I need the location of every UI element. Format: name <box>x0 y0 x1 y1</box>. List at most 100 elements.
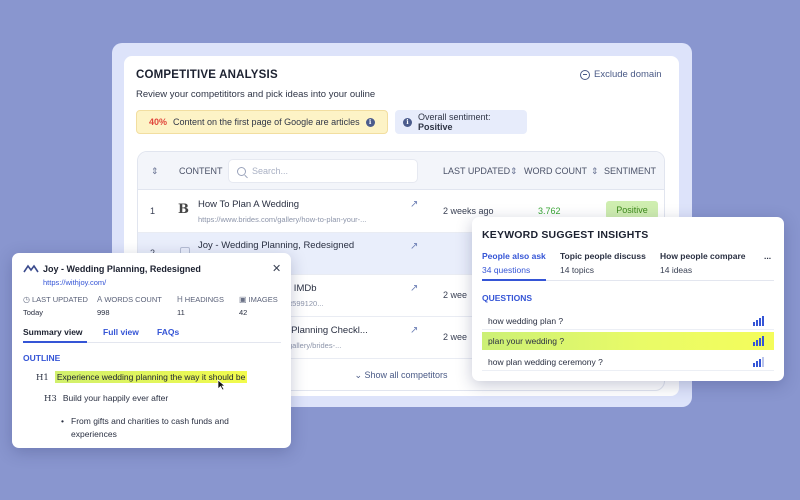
tab-label: Topic people discuss <box>560 251 646 261</box>
google-articles-percent: 40% <box>149 117 168 127</box>
bullet-dot-icon: • <box>61 416 64 426</box>
search-icon <box>237 166 246 176</box>
sentiment-value: Positive <box>417 122 453 132</box>
list-item[interactable]: how wedding plan ? <box>482 312 774 330</box>
table-header: ⇕ CONTENT LAST UPDATED ⇕ WORD COUNT ⇕ SE… <box>138 152 664 190</box>
row-updated: 2 wee <box>443 290 468 300</box>
heading-tag: H1 <box>36 373 49 383</box>
stat-words-count: A WORDS COUNT 998 <box>97 295 162 317</box>
info-icon[interactable]: i <box>365 117 375 127</box>
sentiment-badge: i Overall sentiment: Positive <box>395 110 527 134</box>
tab-faqs[interactable]: FAQs <box>157 327 179 337</box>
active-tab-indicator <box>23 341 87 343</box>
info-icon[interactable]: i <box>403 117 412 127</box>
tab-people-also-ask[interactable]: People also ask 34 questions <box>482 251 546 275</box>
col-sentiment[interactable]: SENTIMENT <box>604 166 656 176</box>
row-url: tt599120... <box>288 299 324 308</box>
show-all-label: Show all competitors <box>364 370 448 380</box>
list-item[interactable]: plan your wedding ? <box>482 332 774 350</box>
row-title: Joy - Wedding Planning, Redesigned <box>198 240 355 251</box>
competitive-subtitle: Review your competititors and pick ideas… <box>136 89 376 100</box>
stat-value: 42 <box>239 308 248 317</box>
content-search[interactable] <box>228 159 418 183</box>
detail-url[interactable]: https://withjoy.com/ <box>43 278 106 287</box>
tab-count: 14 ideas <box>660 265 693 275</box>
external-link-icon[interactable]: ↗ <box>410 241 418 252</box>
tab-count: 14 topics <box>560 265 595 275</box>
search-input[interactable] <box>252 166 392 176</box>
font-icon: A <box>97 295 103 304</box>
outline-h1[interactable]: H1 Experience wedding planning the way it… <box>36 371 248 383</box>
tab-summary-view[interactable]: Summary view <box>23 327 83 337</box>
tab-label: ... <box>764 251 772 261</box>
row-title: -Planning Checkl... <box>288 325 368 336</box>
stat-images: ▣ IMAGES 42 <box>239 295 278 317</box>
stat-headings: H HEADINGS 11 <box>177 295 224 317</box>
external-link-icon[interactable]: ↗ <box>410 325 418 336</box>
keyword-insights-popup: KEYWORD SUGGEST INSIGHTS People also ask… <box>472 217 784 381</box>
google-articles-text: Content on the first page of Google are … <box>173 117 360 127</box>
row-url: gallery/brides-... <box>288 341 342 350</box>
row-word-count: 3.762 <box>538 206 561 216</box>
mouse-cursor-icon <box>217 379 226 391</box>
tab-count: 34 questions <box>482 265 531 275</box>
row-updated: 2 weeks ago <box>443 206 494 216</box>
stat-value: 11 <box>177 308 185 317</box>
list-item[interactable]: how plan wedding ceremony ? <box>482 353 774 371</box>
row-url: https://www.brides.com/gallery/how-to-pl… <box>198 215 367 224</box>
stat-label: LAST UPDATED <box>31 295 88 304</box>
bullet-text: From gifts and charities to cash funds a… <box>71 416 229 439</box>
exclude-domain-label: Exclude domain <box>594 69 662 80</box>
tab-more[interactable]: ... <box>764 251 771 261</box>
col-word-count[interactable]: WORD COUNT <box>524 166 587 176</box>
row-number: 1 <box>150 206 156 216</box>
google-articles-badge: 40% Content on the first page of Google … <box>136 110 388 134</box>
brides-logo-icon: B <box>178 202 189 217</box>
sort-icon[interactable]: ⇕ <box>591 166 599 177</box>
external-link-icon[interactable]: ↗ <box>410 283 418 294</box>
outline-bullet[interactable]: • From gifts and charities to cash funds… <box>61 415 271 441</box>
image-icon: ▣ <box>239 295 247 304</box>
external-link-icon[interactable]: ↗ <box>410 199 418 210</box>
col-last-updated[interactable]: LAST UPDATED <box>443 166 510 176</box>
signal-bars-icon <box>753 316 764 326</box>
stat-label: IMAGES <box>248 295 278 304</box>
row-updated: 2 wee <box>443 332 468 342</box>
clock-icon: ◷ <box>23 295 30 304</box>
row-title: - IMDb <box>288 283 317 294</box>
tab-how-people-compare[interactable]: How people compare 14 ideas <box>660 251 746 275</box>
minus-circle-icon <box>580 69 590 80</box>
exclude-domain-button[interactable]: Exclude domain <box>580 69 662 80</box>
heading-icon: H <box>177 295 183 304</box>
sentiment-label: Overall sentiment: <box>417 112 491 122</box>
stat-last-updated: ◷ LAST UPDATED Today <box>23 295 88 317</box>
row-title: How To Plan A Wedding <box>198 199 300 210</box>
content-detail-popup: Joy - Wedding Planning, Redesigned ✕ htt… <box>12 253 291 448</box>
question-text: plan your wedding ? <box>488 336 565 346</box>
outline-h3[interactable]: H3 Build your happily ever after <box>44 393 168 404</box>
col-content[interactable]: CONTENT <box>179 166 223 176</box>
active-tab-indicator <box>482 279 546 281</box>
stat-label: WORDS COUNT <box>104 295 162 304</box>
outline-label: OUTLINE <box>23 353 61 363</box>
stat-label: HEADINGS <box>184 295 224 304</box>
questions-label: QUESTIONS <box>482 293 533 303</box>
tab-topic-people-discuss[interactable]: Topic people discuss 14 topics <box>560 251 646 275</box>
sort-icon[interactable]: ⇕ <box>510 166 518 177</box>
heading-tag: H3 <box>44 394 57 404</box>
signal-bars-icon <box>753 336 764 346</box>
close-icon[interactable]: ✕ <box>272 262 281 275</box>
chevron-down-icon: ⌄ <box>354 370 362 380</box>
tab-label: How people compare <box>660 251 746 261</box>
competitive-analysis-title: COMPETITIVE ANALYSIS <box>136 69 278 81</box>
question-text: how plan wedding ceremony ? <box>488 356 603 367</box>
sort-icon[interactable]: ⇕ <box>151 166 159 177</box>
joy-logo-icon <box>23 264 39 273</box>
signal-bars-icon <box>753 357 764 367</box>
question-text: how wedding plan ? <box>488 315 564 326</box>
tab-full-view[interactable]: Full view <box>103 327 139 337</box>
stat-value: Today <box>23 308 44 317</box>
tab-label: People also ask <box>482 251 546 261</box>
stat-value: 998 <box>97 308 110 317</box>
keyword-insights-title: KEYWORD SUGGEST INSIGHTS <box>482 229 649 241</box>
